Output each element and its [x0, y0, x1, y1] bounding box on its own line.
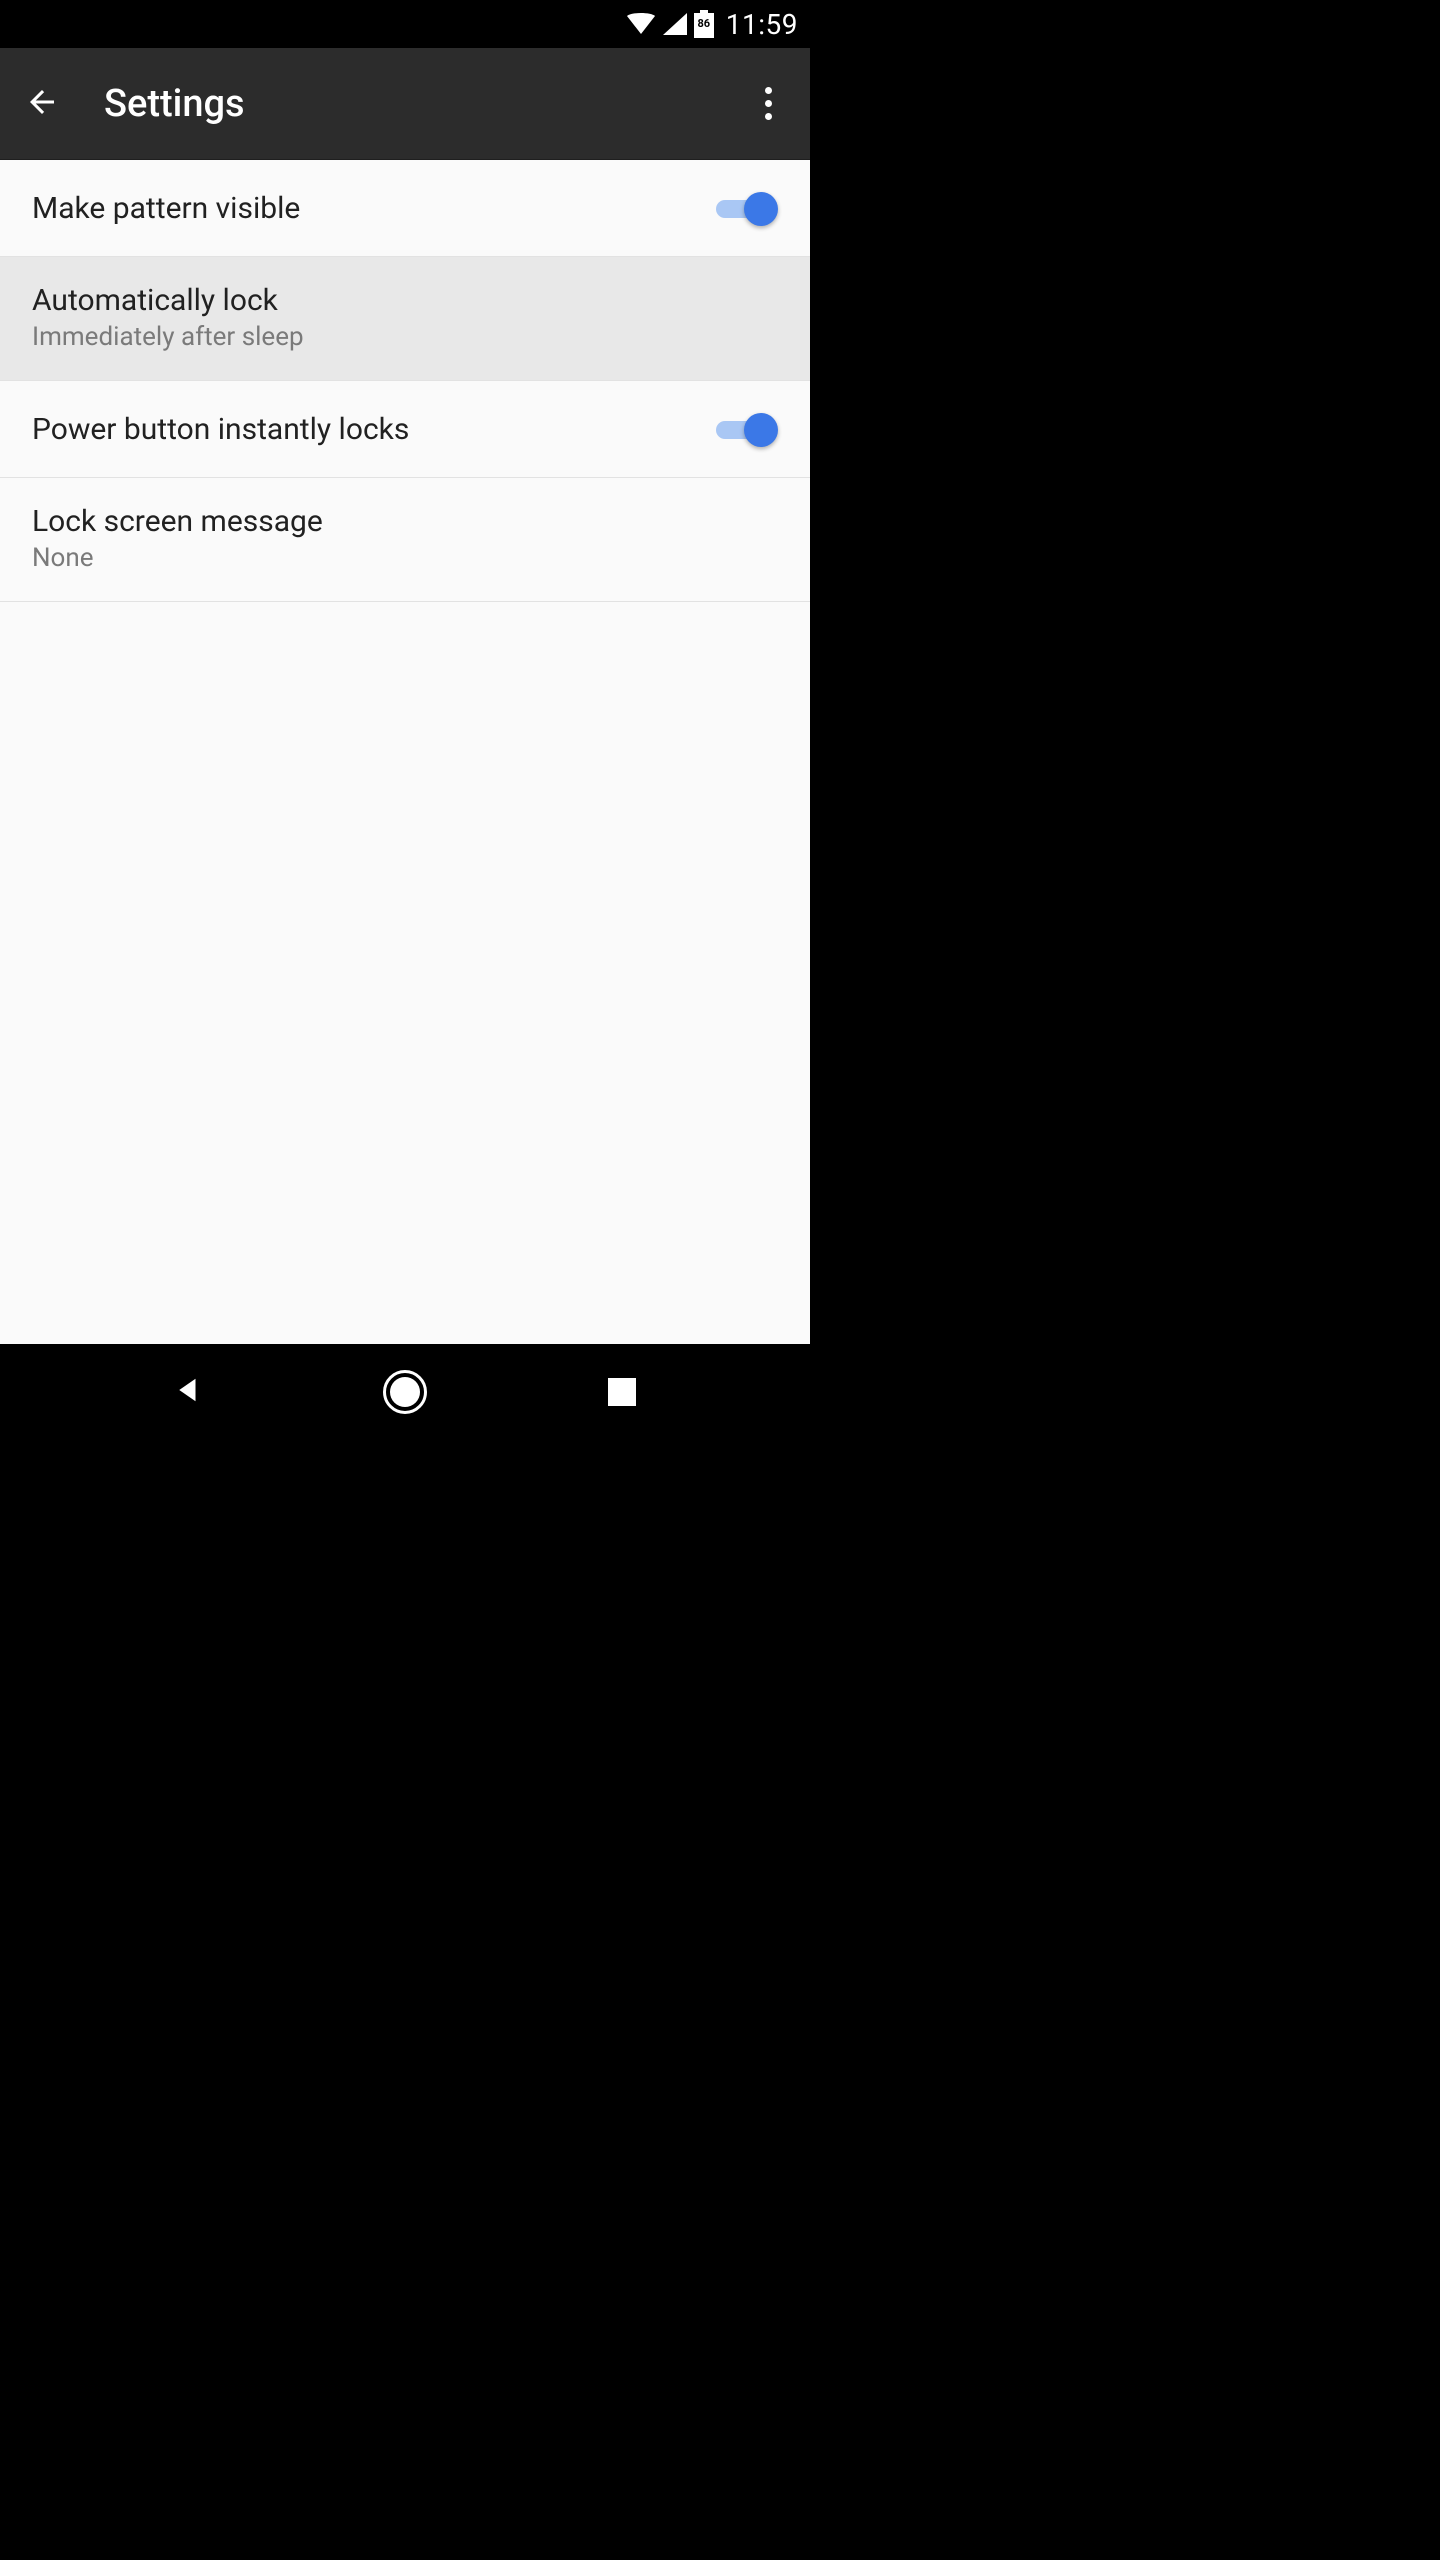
- setting-power-button-locks[interactable]: Power button instantly locks: [0, 381, 810, 478]
- status-bar: 86 11:59: [0, 0, 810, 48]
- square-recent-icon: [608, 1378, 636, 1406]
- back-button[interactable]: [18, 80, 66, 128]
- battery-percent: 86: [694, 17, 714, 30]
- device-frame: 86 11:59 Settings Make pattern visible A: [0, 0, 810, 1440]
- circle-home-icon: [383, 1370, 427, 1414]
- setting-automatically-lock[interactable]: Automatically lock Immediately after sle…: [0, 257, 810, 381]
- setting-lock-screen-message[interactable]: Lock screen message None: [0, 478, 810, 602]
- nav-home-button[interactable]: [373, 1360, 437, 1424]
- status-time: 11:59: [726, 8, 798, 41]
- wifi-icon: [626, 12, 656, 36]
- settings-list: Make pattern visible Automatically lock …: [0, 160, 810, 1344]
- battery-icon: 86: [694, 10, 714, 38]
- nav-recent-button[interactable]: [590, 1360, 654, 1424]
- setting-value: Immediately after sleep: [32, 322, 778, 352]
- setting-label: Power button instantly locks: [32, 412, 710, 447]
- navigation-bar: [0, 1344, 810, 1440]
- setting-label: Automatically lock: [32, 283, 778, 318]
- switch-make-pattern-visible[interactable]: [710, 188, 778, 228]
- more-vert-icon: [765, 87, 772, 120]
- nav-back-button[interactable]: [156, 1360, 220, 1424]
- switch-power-button-locks[interactable]: [710, 409, 778, 449]
- app-bar: Settings: [0, 48, 810, 160]
- arrow-left-icon: [24, 84, 60, 124]
- cellular-icon: [662, 12, 688, 36]
- page-title: Settings: [104, 82, 744, 126]
- setting-label: Make pattern visible: [32, 191, 710, 226]
- triangle-back-icon: [173, 1375, 203, 1409]
- overflow-menu-button[interactable]: [744, 80, 792, 128]
- setting-make-pattern-visible[interactable]: Make pattern visible: [0, 160, 810, 257]
- setting-label: Lock screen message: [32, 504, 778, 539]
- setting-value: None: [32, 543, 778, 573]
